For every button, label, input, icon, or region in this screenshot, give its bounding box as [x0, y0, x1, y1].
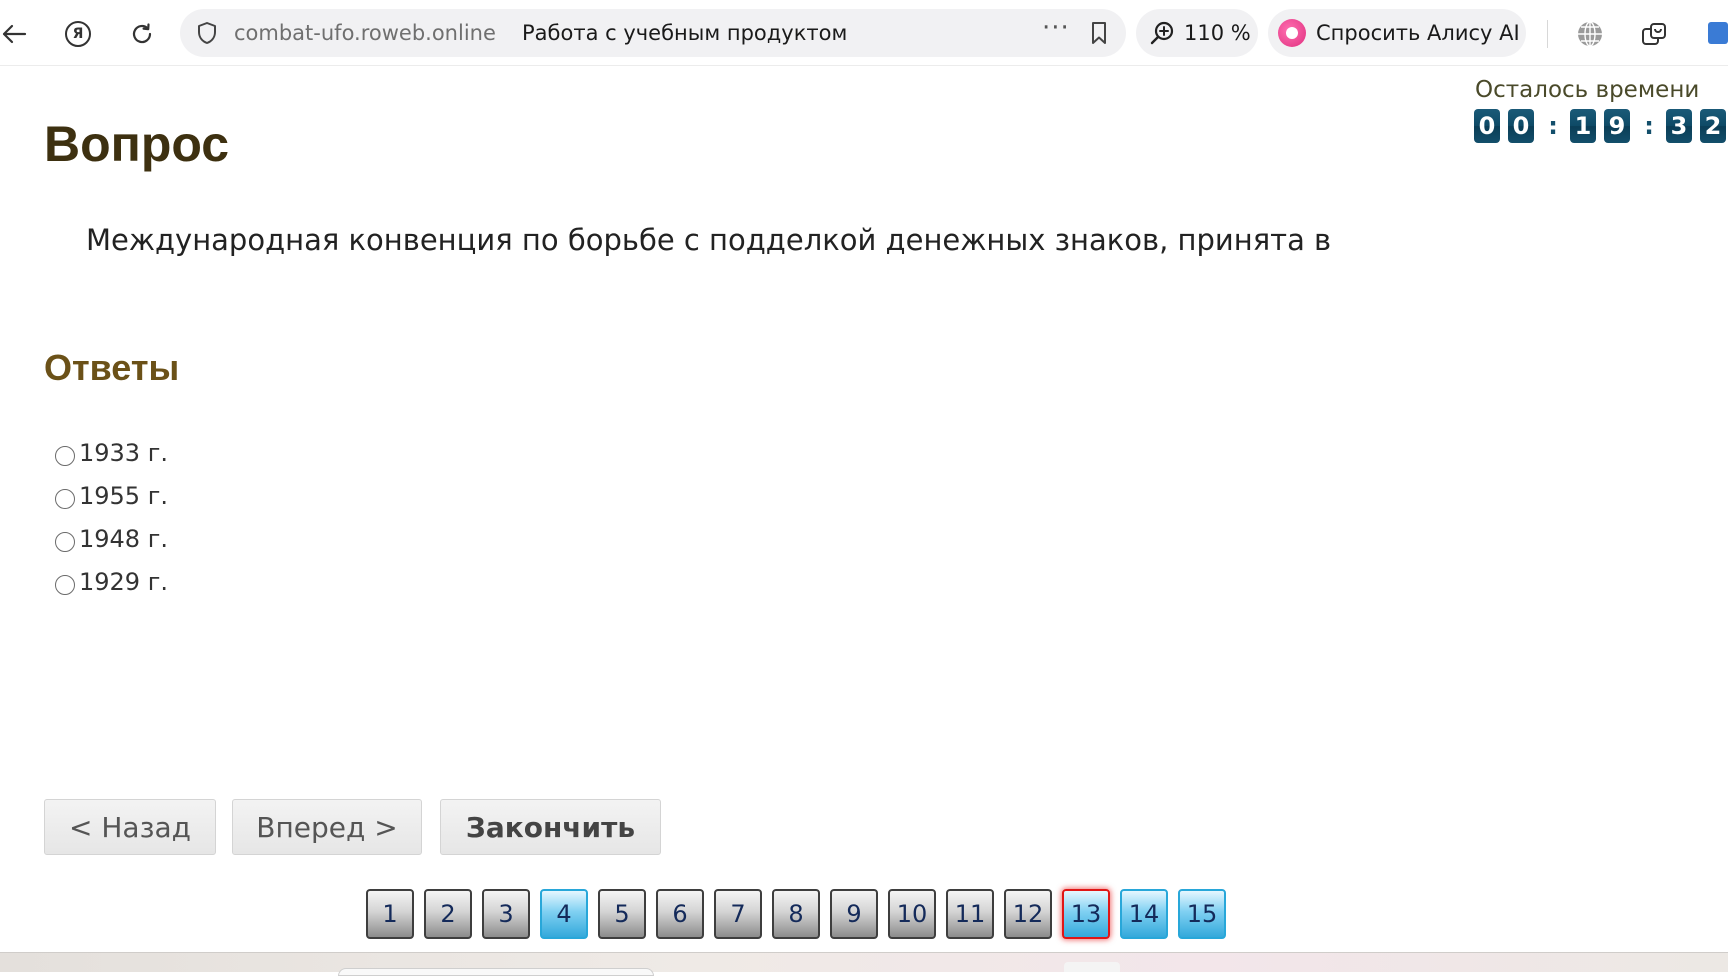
timer-digit: 0: [1508, 109, 1534, 143]
taskbar-strip: [0, 952, 1728, 972]
back-arrow-icon[interactable]: [0, 12, 36, 56]
extension-icon[interactable]: [1708, 22, 1728, 44]
back-button[interactable]: < Назад: [44, 799, 216, 855]
timer-digit: 9: [1604, 109, 1630, 143]
timer-label: Осталось времени: [1475, 77, 1700, 103]
more-options-icon[interactable]: ···: [1042, 13, 1070, 43]
timer-separator: :: [1548, 112, 1558, 140]
page-title: Работа с учебным продуктом: [522, 21, 848, 45]
page-button[interactable]: 7: [714, 889, 762, 939]
bookmark-icon[interactable]: [1086, 20, 1112, 46]
zoom-level: 110 %: [1184, 21, 1251, 45]
finish-button[interactable]: Закончить: [440, 799, 661, 855]
bottom-tab[interactable]: [338, 968, 654, 976]
toolbar-divider: [1547, 20, 1548, 48]
browser-toolbar: Я combat-ufo.roweb.online Работа с учебн…: [0, 0, 1728, 66]
page-button[interactable]: 6: [656, 889, 704, 939]
question-heading: Вопрос: [44, 116, 230, 172]
answer-option[interactable]: 1955 г.: [55, 474, 168, 517]
countdown-timer: 0 0 : 1 9 : 3 2: [1474, 109, 1728, 143]
ask-alice-button[interactable]: Спросить Алису AI: [1268, 9, 1526, 57]
page-button[interactable]: 10: [888, 889, 936, 939]
test-page: Осталось времени 0 0 : 1 9 : 3 2 Вопрос …: [0, 67, 1728, 952]
timer-digit: 2: [1700, 109, 1726, 143]
answer-option[interactable]: 1933 г.: [55, 431, 168, 474]
page-button-current[interactable]: 13: [1062, 889, 1110, 939]
reload-icon[interactable]: [120, 12, 164, 56]
question-text: Международная конвенция по борьбе с подд…: [86, 223, 1332, 257]
timer-digit: 3: [1666, 109, 1692, 143]
url-domain[interactable]: combat-ufo.roweb.online: [234, 21, 496, 45]
zoom-in-icon: [1150, 20, 1176, 46]
yandex-icon[interactable]: Я: [56, 12, 100, 56]
answer-list: 1933 г. 1955 г. 1948 г. 1929 г.: [55, 431, 168, 603]
answer-option[interactable]: 1948 г.: [55, 517, 168, 560]
page-button[interactable]: 11: [946, 889, 994, 939]
page-button[interactable]: 2: [424, 889, 472, 939]
bottom-tab[interactable]: [1064, 962, 1120, 972]
next-button[interactable]: Вперед >: [232, 799, 422, 855]
answer-label[interactable]: 1955 г.: [79, 482, 168, 510]
alice-icon: [1278, 19, 1306, 47]
page-button[interactable]: 12: [1004, 889, 1052, 939]
answer-label[interactable]: 1933 г.: [79, 439, 168, 467]
answer-label[interactable]: 1948 г.: [79, 525, 168, 553]
zoom-button[interactable]: 110 %: [1136, 9, 1258, 57]
shopping-icon[interactable]: [1632, 12, 1676, 56]
page-button[interactable]: 14: [1120, 889, 1168, 939]
page-button[interactable]: 1: [366, 889, 414, 939]
radio-button[interactable]: [55, 574, 75, 595]
ask-alice-label: Спросить Алису AI: [1316, 21, 1520, 45]
page-button[interactable]: 15: [1178, 889, 1226, 939]
shield-icon[interactable]: [194, 20, 220, 46]
page-button[interactable]: 8: [772, 889, 820, 939]
answers-heading: Ответы: [44, 347, 180, 388]
globe-icon[interactable]: [1568, 12, 1612, 56]
address-bar[interactable]: combat-ufo.roweb.online Работа с учебным…: [180, 9, 1126, 57]
radio-button[interactable]: [55, 531, 75, 552]
timer-separator: :: [1644, 112, 1654, 140]
timer-digit: 0: [1474, 109, 1500, 143]
radio-button[interactable]: [55, 445, 75, 466]
page-button[interactable]: 9: [830, 889, 878, 939]
page-button[interactable]: 3: [482, 889, 530, 939]
timer-digit: 1: [1570, 109, 1596, 143]
radio-button[interactable]: [55, 488, 75, 509]
answer-option[interactable]: 1929 г.: [55, 560, 168, 603]
page-button[interactable]: 4: [540, 889, 588, 939]
answer-label[interactable]: 1929 г.: [79, 568, 168, 596]
page-button[interactable]: 5: [598, 889, 646, 939]
